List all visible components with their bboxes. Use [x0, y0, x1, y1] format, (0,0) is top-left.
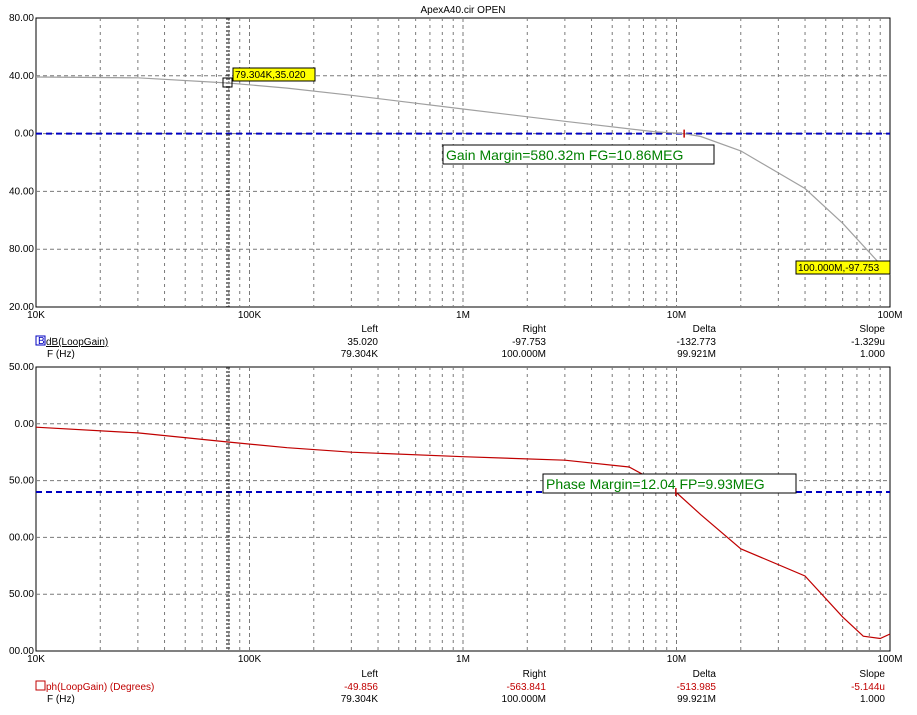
readout-column-header: Slope — [859, 324, 885, 335]
readout-value: -49.856 — [344, 682, 378, 693]
readout-value: 100.000M — [502, 694, 546, 705]
analysis-plot: 80.0040.000.0040.0080.0020.0010K 100K 1M 10… — [9, 5, 903, 705]
readout-value: -513.985 — [677, 682, 717, 693]
readout-column-header: Left — [361, 324, 378, 335]
y-tick-label: 40.00 — [9, 186, 34, 197]
y-tick-label: 00.00 — [9, 532, 34, 543]
x-tick-label: 1M — [456, 310, 470, 321]
x-tick-label: 100K — [238, 310, 262, 321]
x-tick-label: 10M — [667, 310, 686, 321]
readout-column-header: Delta — [693, 669, 717, 680]
readout-row-name: F (Hz) — [47, 694, 75, 705]
chart-title: ApexA40.cir OPEN — [420, 5, 505, 16]
y-tick-label: 0.00 — [15, 419, 35, 430]
annotation-text: Phase Margin=12.04 FP=9.93MEG — [546, 476, 765, 492]
readout-value: 79.304K — [341, 694, 379, 705]
x-tick-label: 100M — [877, 654, 902, 665]
readout-value: -97.753 — [512, 337, 546, 348]
chart-panel-1: 80.0040.000.0040.0080.0020.0010K 100K 1M 10… — [9, 5, 903, 360]
x-tick-label: 10K — [27, 310, 45, 321]
readout-value: -563.841 — [507, 682, 547, 693]
readout-value: 99.921M — [677, 349, 716, 360]
y-tick-label: 50.00 — [9, 476, 34, 487]
x-tick-label: 100M — [877, 310, 902, 321]
x-tick-label: 1M — [456, 654, 470, 665]
readout-column-header: Left — [361, 669, 378, 680]
x-tick-label: 10M — [667, 654, 686, 665]
cursor-tag-label: 79.304K,35.020 — [235, 70, 306, 81]
annotation-text: Gain Margin=580.32m FG=10.86MEG — [446, 147, 683, 163]
readout-value: 35.020 — [347, 337, 378, 348]
y-tick-label: 40.00 — [9, 71, 34, 82]
y-tick-label: 0.00 — [15, 129, 35, 140]
series-legend-swatch — [35, 680, 46, 691]
y-tick-label: 80.00 — [9, 13, 34, 24]
readout-column-header: Right — [523, 669, 547, 680]
readout-column-header: Slope — [859, 669, 885, 680]
chart-panel-2: 50.000.0050.0000.0050.0000.0010K 100K 1M 10… — [9, 362, 903, 705]
readout-value: -1.329u — [851, 337, 885, 348]
readout-value: 100.000M — [502, 349, 546, 360]
readout-row-name: ph(LoopGain) (Degrees) — [46, 682, 154, 693]
x-tick-label: 100K — [238, 654, 262, 665]
readout-value: 99.921M — [677, 694, 716, 705]
readout-value: -5.144u — [851, 682, 885, 693]
y-tick-label: 50.00 — [9, 589, 34, 600]
y-tick-label: 50.00 — [9, 362, 34, 373]
readout-value: 1.000 — [860, 694, 885, 705]
readout-column-header: Right — [523, 324, 547, 335]
readout-value: 79.304K — [341, 349, 379, 360]
readout-value: -132.773 — [677, 337, 717, 348]
readout-value: 1.000 — [860, 349, 885, 360]
readout-row-name: F (Hz) — [47, 349, 75, 360]
cursor-tag-label: 100.000M,-97.753 — [798, 263, 880, 274]
x-tick-label: 10K — [27, 654, 45, 665]
readout-row-name: dB(LoopGain) — [46, 337, 108, 348]
series-legend-prefix: B — [38, 336, 45, 347]
readout-column-header: Delta — [693, 324, 717, 335]
y-tick-label: 80.00 — [9, 244, 34, 255]
